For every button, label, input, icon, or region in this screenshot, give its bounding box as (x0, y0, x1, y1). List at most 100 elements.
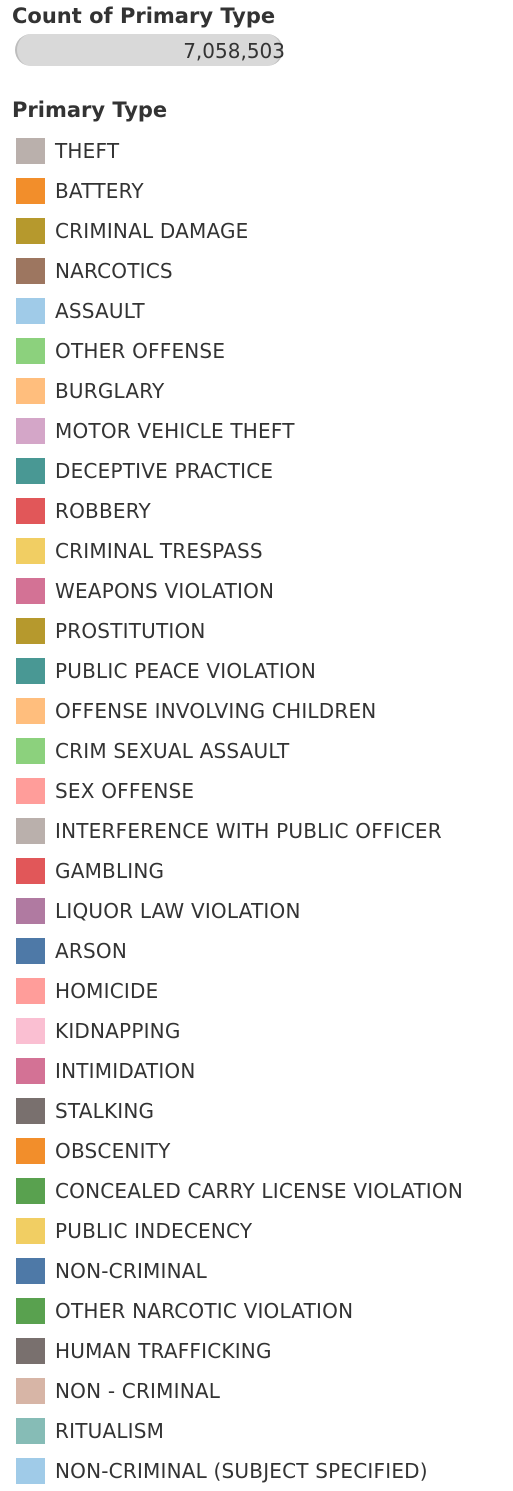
legend-label: OBSCENITY (55, 1139, 171, 1163)
legend-label: ARSON (55, 939, 127, 963)
legend-label: KIDNAPPING (55, 1019, 181, 1043)
legend-swatch (16, 1018, 45, 1044)
legend-item[interactable]: OTHER NARCOTIC VIOLATION (16, 1291, 463, 1331)
legend-label: ROBBERY (55, 499, 151, 523)
legend-item[interactable]: THEFT (16, 131, 463, 171)
legend-item[interactable]: KIDNAPPING (16, 1011, 463, 1051)
legend-item[interactable]: BATTERY (16, 171, 463, 211)
legend-item[interactable]: CONCEALED CARRY LICENSE VIOLATION (16, 1171, 463, 1211)
legend-swatch (16, 298, 45, 324)
legend-swatch (16, 858, 45, 884)
legend-label: INTERFERENCE WITH PUBLIC OFFICER (55, 819, 442, 843)
legend-item[interactable]: INTIMIDATION (16, 1051, 463, 1091)
legend-item[interactable]: BURGLARY (16, 371, 463, 411)
legend-item[interactable]: CRIMINAL DAMAGE (16, 211, 463, 251)
legend-item[interactable]: LIQUOR LAW VIOLATION (16, 891, 463, 931)
legend-label: BURGLARY (55, 379, 165, 403)
legend-swatch (16, 818, 45, 844)
legend-swatch (16, 1098, 45, 1124)
legend-label: THEFT (55, 139, 120, 163)
size-legend-value: 7,058,503 (183, 39, 285, 63)
legend-item[interactable]: PUBLIC INDECENCY (16, 1211, 463, 1251)
legend-swatch (16, 138, 45, 164)
legend-item[interactable]: ASSAULT (16, 291, 463, 331)
legend-item[interactable]: NON-CRIMINAL (16, 1251, 463, 1291)
legend-swatch (16, 458, 45, 484)
legend-swatch (16, 1258, 45, 1284)
legend-label: WEAPONS VIOLATION (55, 579, 275, 603)
legend-item[interactable]: CRIMINAL TRESPASS (16, 531, 463, 571)
legend-item[interactable]: GAMBLING (16, 851, 463, 891)
legend-label: LIQUOR LAW VIOLATION (55, 899, 301, 923)
legend-label: NON - CRIMINAL (55, 1379, 221, 1403)
legend-swatch (16, 178, 45, 204)
legend-label: RITUALISM (55, 1419, 165, 1443)
legend-label: PROSTITUTION (55, 619, 206, 643)
legend-item[interactable]: WEAPONS VIOLATION (16, 571, 463, 611)
legend-item[interactable]: ARSON (16, 931, 463, 971)
legend-label: MOTOR VEHICLE THEFT (55, 419, 295, 443)
legend-label: PUBLIC INDECENCY (55, 1219, 253, 1243)
legend-item[interactable]: NON-CRIMINAL (SUBJECT SPECIFIED) (16, 1451, 463, 1491)
legend-swatch (16, 418, 45, 444)
legend-swatch (16, 1298, 45, 1324)
legend-swatch (16, 938, 45, 964)
legend-label: PUBLIC PEACE VIOLATION (55, 659, 317, 683)
legend-swatch (16, 578, 45, 604)
legend-item[interactable]: NARCOTICS (16, 251, 463, 291)
legend-swatch (16, 1378, 45, 1404)
legend-label: NON-CRIMINAL (SUBJECT SPECIFIED) (55, 1459, 428, 1483)
legend-swatch (16, 1058, 45, 1084)
legend-item[interactable]: INTERFERENCE WITH PUBLIC OFFICER (16, 811, 463, 851)
legend-swatch (16, 1458, 45, 1484)
legend-label: OFFENSE INVOLVING CHILDREN (55, 699, 377, 723)
legend-item[interactable]: HOMICIDE (16, 971, 463, 1011)
legend-swatch (16, 378, 45, 404)
size-legend-title: Count of Primary Type (12, 4, 276, 28)
legend-swatch (16, 738, 45, 764)
legend-swatch (16, 618, 45, 644)
legend-item[interactable]: NON - CRIMINAL (16, 1371, 463, 1411)
legend-item[interactable]: SEX OFFENSE (16, 771, 463, 811)
legend-item[interactable]: CRIM SEXUAL ASSAULT (16, 731, 463, 771)
legend-label: INTIMIDATION (55, 1059, 196, 1083)
legend-label: HOMICIDE (55, 979, 159, 1003)
legend-label: CRIM SEXUAL ASSAULT (55, 739, 290, 763)
legend-swatch (16, 498, 45, 524)
legend-item[interactable]: DECEPTIVE PRACTICE (16, 451, 463, 491)
legend-swatch (16, 1338, 45, 1364)
legend-item[interactable]: OBSCENITY (16, 1131, 463, 1171)
legend-item[interactable]: HUMAN TRAFFICKING (16, 1331, 463, 1371)
legend-label: OTHER OFFENSE (55, 339, 226, 363)
legend-swatch (16, 258, 45, 284)
legend-item[interactable]: RITUALISM (16, 1411, 463, 1451)
legend-swatch (16, 338, 45, 364)
legend-item[interactable]: PROSTITUTION (16, 611, 463, 651)
legend-label: CRIMINAL DAMAGE (55, 219, 249, 243)
legend-swatch (16, 978, 45, 1004)
legend-swatch (16, 698, 45, 724)
legend-item[interactable]: PUBLIC PEACE VIOLATION (16, 651, 463, 691)
legend-label: ASSAULT (55, 299, 145, 323)
legend-label: GAMBLING (55, 859, 165, 883)
legend-item[interactable]: MOTOR VEHICLE THEFT (16, 411, 463, 451)
legend-label: STALKING (55, 1099, 155, 1123)
legend-swatch (16, 898, 45, 924)
legend-item[interactable]: ROBBERY (16, 491, 463, 531)
legend-item[interactable]: OFFENSE INVOLVING CHILDREN (16, 691, 463, 731)
legend-label: NARCOTICS (55, 259, 173, 283)
legend-label: OTHER NARCOTIC VIOLATION (55, 1299, 354, 1323)
legend-label: HUMAN TRAFFICKING (55, 1339, 272, 1363)
legend-swatch (16, 538, 45, 564)
legend-swatch (16, 778, 45, 804)
legend-swatch (16, 1178, 45, 1204)
legend-item[interactable]: OTHER OFFENSE (16, 331, 463, 371)
legend-item[interactable]: STALKING (16, 1091, 463, 1131)
legend-label: CRIMINAL TRESPASS (55, 539, 263, 563)
size-legend[interactable]: 7,058,503 (15, 34, 285, 68)
legend-swatch (16, 1218, 45, 1244)
legend-label: BATTERY (55, 179, 144, 203)
color-legend: THEFT BATTERY CRIMINAL DAMAGE NARCOTICS ASSA… (16, 131, 463, 1491)
legend-label: SEX OFFENSE (55, 779, 195, 803)
legend-swatch (16, 1418, 45, 1444)
